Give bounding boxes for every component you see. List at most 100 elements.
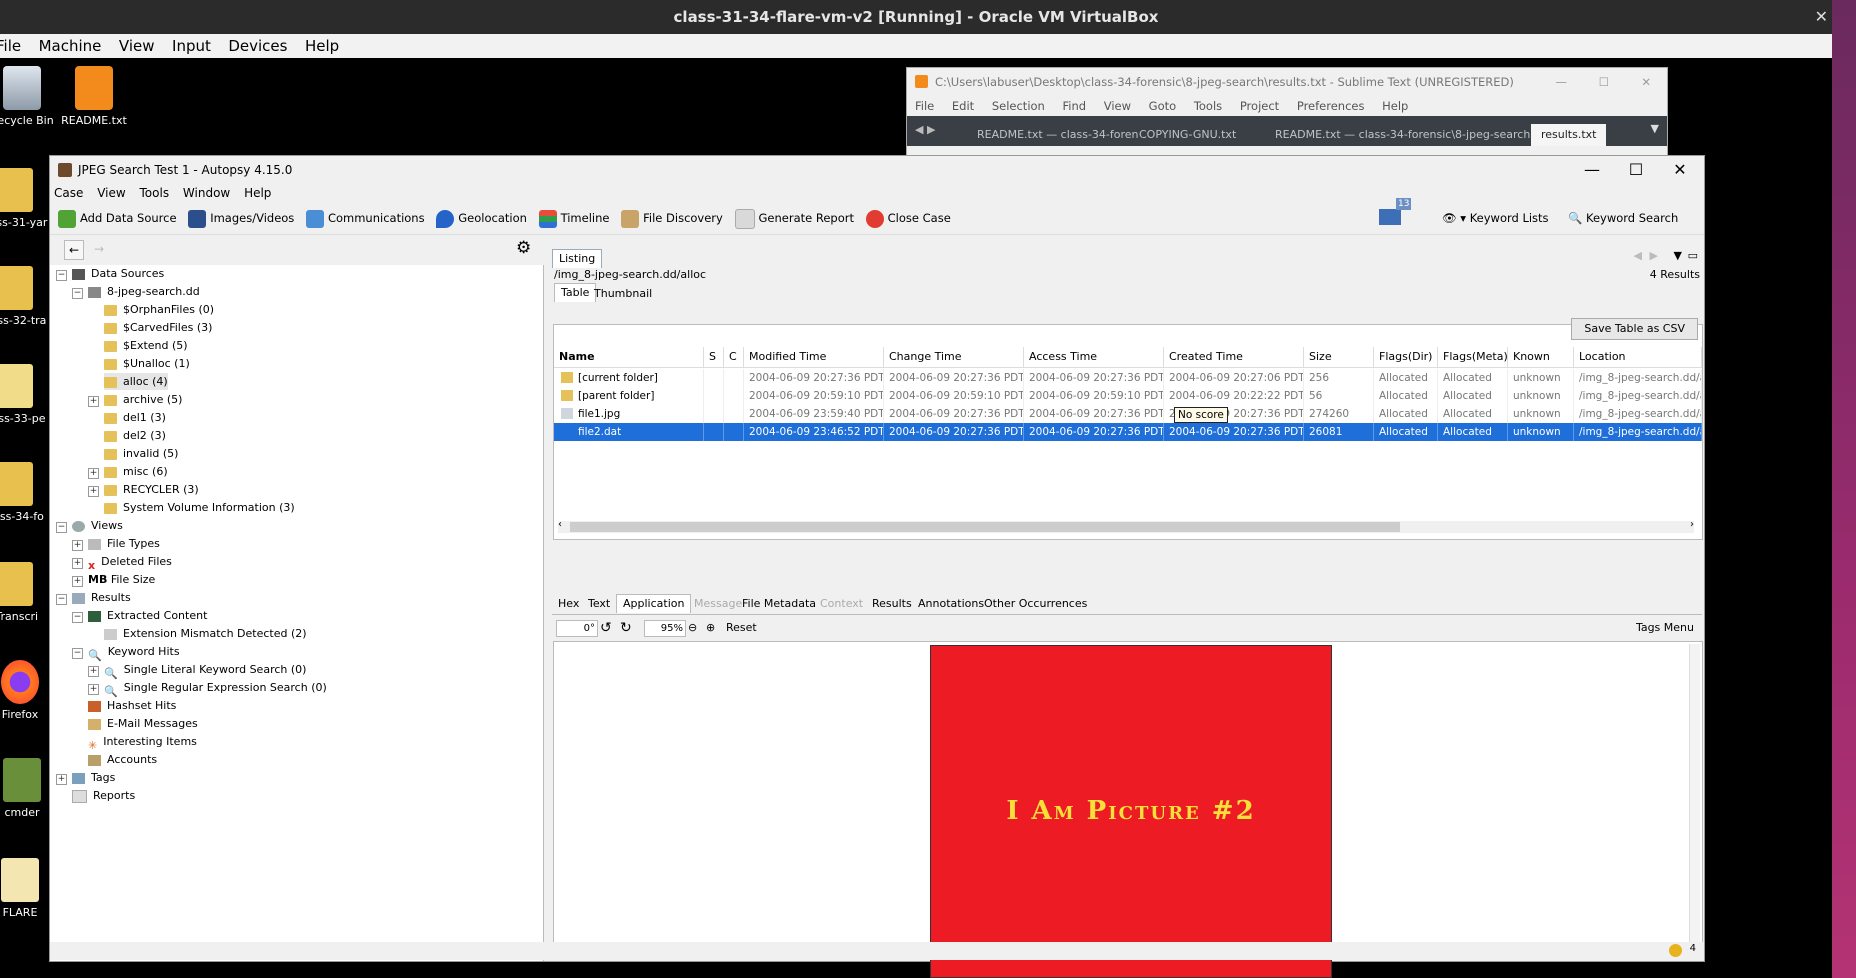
tab-text[interactable]: Text bbox=[582, 595, 616, 613]
zoom-field[interactable]: 95% bbox=[644, 620, 686, 637]
file-discovery-button[interactable]: File Discovery bbox=[621, 202, 723, 234]
vbox-menu-machine[interactable]: Machine bbox=[39, 34, 102, 58]
tree-keyword-hits[interactable]: 🔍 Keyword Hits bbox=[88, 643, 180, 662]
expand-icon[interactable]: + bbox=[88, 684, 99, 695]
scroll-left-icon[interactable]: ‹ bbox=[558, 519, 562, 530]
rotate-left-icon[interactable]: ↺ bbox=[600, 617, 612, 639]
chevron-left-right-icon[interactable]: ◀ ▶ bbox=[915, 123, 935, 136]
tree-accounts[interactable]: Accounts bbox=[88, 751, 157, 768]
mail-icon[interactable] bbox=[1379, 209, 1401, 225]
desktop-icon-recycle-bin[interactable]: Recycle Bin bbox=[0, 66, 58, 127]
keyword-lists-button[interactable]: 👁 ▾ Keyword Lists bbox=[1442, 202, 1549, 234]
tab-thumbnail[interactable]: Thumbnail bbox=[588, 285, 658, 303]
tree-extension-mismatch[interactable]: Extension Mismatch Detected (2) bbox=[104, 625, 307, 642]
column-header-10[interactable]: Known bbox=[1508, 347, 1574, 367]
tree-del2[interactable]: del2 (3) bbox=[104, 427, 166, 444]
column-header-3[interactable]: Modified Time bbox=[744, 347, 884, 367]
chevron-down-icon[interactable]: ▼ bbox=[1674, 249, 1682, 262]
tree-image[interactable]: 8-jpeg-search.dd bbox=[88, 283, 200, 300]
column-header-11[interactable]: Location bbox=[1574, 347, 1702, 367]
tab-context[interactable]: Context bbox=[814, 595, 869, 613]
tree-file-types[interactable]: File Types bbox=[88, 535, 160, 552]
back-arrow-icon[interactable]: ← bbox=[64, 240, 84, 260]
desktop-icon-firefox[interactable]: Firefox bbox=[0, 660, 56, 721]
vbox-menu-help[interactable]: Help bbox=[305, 34, 339, 58]
table-row[interactable]: file2.dat 2004-06-09 23:46:52 PDT 2004-06-… bbox=[554, 423, 1702, 441]
close-icon[interactable]: ✕ bbox=[1641, 68, 1651, 96]
tree-deleted-files[interactable]: x Deleted Files bbox=[88, 553, 172, 572]
desktop-icon-readme[interactable]: README.txt bbox=[58, 66, 130, 127]
sublime-menu-tools[interactable]: Tools bbox=[1194, 99, 1222, 113]
column-header-8[interactable]: Flags(Dir) bbox=[1374, 347, 1438, 367]
minimize-icon[interactable]: — bbox=[1572, 156, 1612, 184]
tree-data-sources[interactable]: Data Sources bbox=[72, 265, 164, 282]
generate-report-button[interactable]: Generate Report bbox=[734, 202, 854, 234]
chevron-left-icon[interactable]: ◀ bbox=[1634, 249, 1642, 262]
sublime-tab-readme-2[interactable]: README.txt — class-34-forensic\8-jpeg-se… bbox=[1265, 124, 1540, 146]
close-icon[interactable]: ✕ bbox=[1815, 0, 1828, 34]
tab-file-metadata[interactable]: File Metadata bbox=[736, 595, 822, 613]
close-case-button[interactable]: Close Case bbox=[865, 202, 951, 234]
table-row[interactable]: [parent folder] 2004-06-09 20:59:10 PDT 20… bbox=[554, 387, 1702, 405]
tree-alloc[interactable]: alloc (4) bbox=[104, 373, 168, 390]
horizontal-scrollbar[interactable]: ‹ › bbox=[558, 519, 1694, 533]
menu-help[interactable]: Help bbox=[244, 186, 271, 200]
save-table-csv-button[interactable]: Save Table as CSV bbox=[1571, 318, 1698, 340]
expand-icon[interactable]: + bbox=[72, 576, 83, 587]
desktop-icon-class-32[interactable]: class-32-tra bbox=[0, 266, 50, 327]
tree-unalloc[interactable]: $Unalloc (1) bbox=[104, 355, 190, 372]
desktop-icon-flare[interactable]: FLARE bbox=[0, 858, 56, 919]
expand-icon[interactable]: + bbox=[88, 666, 99, 677]
sublime-window[interactable]: C:\Users\labuser\Desktop\class-34-forens… bbox=[906, 67, 1668, 159]
tree-archive[interactable]: archive (5) bbox=[104, 391, 182, 408]
vertical-scrollbar[interactable] bbox=[1689, 644, 1700, 942]
expand-icon[interactable]: + bbox=[72, 540, 83, 551]
tree-reports[interactable]: Reports bbox=[72, 787, 135, 804]
expand-icon[interactable]: + bbox=[88, 396, 99, 407]
tree-email-messages[interactable]: E-Mail Messages bbox=[88, 715, 198, 732]
tree-orphanfiles[interactable]: $OrphanFiles (0) bbox=[104, 301, 214, 318]
tree-carvedfiles[interactable]: $CarvedFiles (3) bbox=[104, 319, 212, 336]
sublime-menu-goto[interactable]: Goto bbox=[1149, 99, 1177, 113]
sublime-menu-file[interactable]: File bbox=[915, 99, 934, 113]
notification-bulb-icon[interactable] bbox=[1669, 944, 1682, 957]
chevron-down-icon[interactable]: ▼ bbox=[1651, 122, 1659, 135]
menu-tools[interactable]: Tools bbox=[140, 186, 170, 200]
timeline-button[interactable]: Timeline bbox=[538, 202, 609, 234]
vbox-menu-file[interactable]: File bbox=[0, 34, 21, 58]
tab-listing[interactable]: Listing bbox=[552, 249, 603, 268]
maximize-icon[interactable]: ☐ bbox=[1616, 156, 1656, 184]
tree-recycler[interactable]: RECYCLER (3) bbox=[104, 481, 199, 498]
tree-extracted-content[interactable]: Extracted Content bbox=[88, 607, 207, 624]
column-header-4[interactable]: Change Time bbox=[884, 347, 1024, 367]
column-header-0[interactable]: Name bbox=[554, 347, 704, 367]
images-videos-button[interactable]: Images/Videos bbox=[188, 202, 294, 234]
add-data-source-button[interactable]: Add Data Source bbox=[58, 202, 177, 234]
communications-button[interactable]: Communications bbox=[305, 202, 425, 234]
column-header-2[interactable]: C bbox=[724, 347, 744, 367]
geolocation-button[interactable]: Geolocation bbox=[436, 202, 527, 234]
expand-icon[interactable]: + bbox=[72, 558, 83, 569]
desktop-icon-transcripts[interactable]: _Transcri bbox=[0, 562, 50, 623]
menu-view[interactable]: View bbox=[97, 186, 125, 200]
zoom-out-icon[interactable]: ⊖ bbox=[688, 617, 697, 639]
chevron-right-icon[interactable]: ▶ bbox=[1650, 249, 1658, 262]
sublime-menu-selection[interactable]: Selection bbox=[992, 99, 1045, 113]
tree-results[interactable]: Results bbox=[72, 589, 131, 606]
desktop-icon-class-31[interactable]: class-31-yar bbox=[0, 168, 50, 229]
minimize-icon[interactable]: — bbox=[1556, 68, 1568, 96]
column-header-7[interactable]: Size bbox=[1304, 347, 1374, 367]
desktop-icon-class-33[interactable]: class-33-pe bbox=[0, 364, 50, 425]
tree-misc[interactable]: misc (6) bbox=[104, 463, 168, 480]
tree-tags[interactable]: Tags bbox=[72, 769, 115, 786]
forward-arrow-icon[interactable]: → bbox=[90, 240, 108, 258]
vbox-menu-devices[interactable]: Devices bbox=[228, 34, 287, 58]
column-header-9[interactable]: Flags(Meta) bbox=[1438, 347, 1508, 367]
collapse-icon[interactable]: − bbox=[72, 612, 83, 623]
sublime-menu-edit[interactable]: Edit bbox=[952, 99, 974, 113]
sublime-tab-copying[interactable]: COPYING-GNU.txt bbox=[1129, 124, 1246, 146]
maximize-icon[interactable]: ☐ bbox=[1599, 68, 1609, 96]
close-icon[interactable]: ✕ bbox=[1660, 156, 1700, 184]
tree-hashset-hits[interactable]: Hashset Hits bbox=[88, 697, 176, 714]
column-header-1[interactable]: S bbox=[704, 347, 724, 367]
